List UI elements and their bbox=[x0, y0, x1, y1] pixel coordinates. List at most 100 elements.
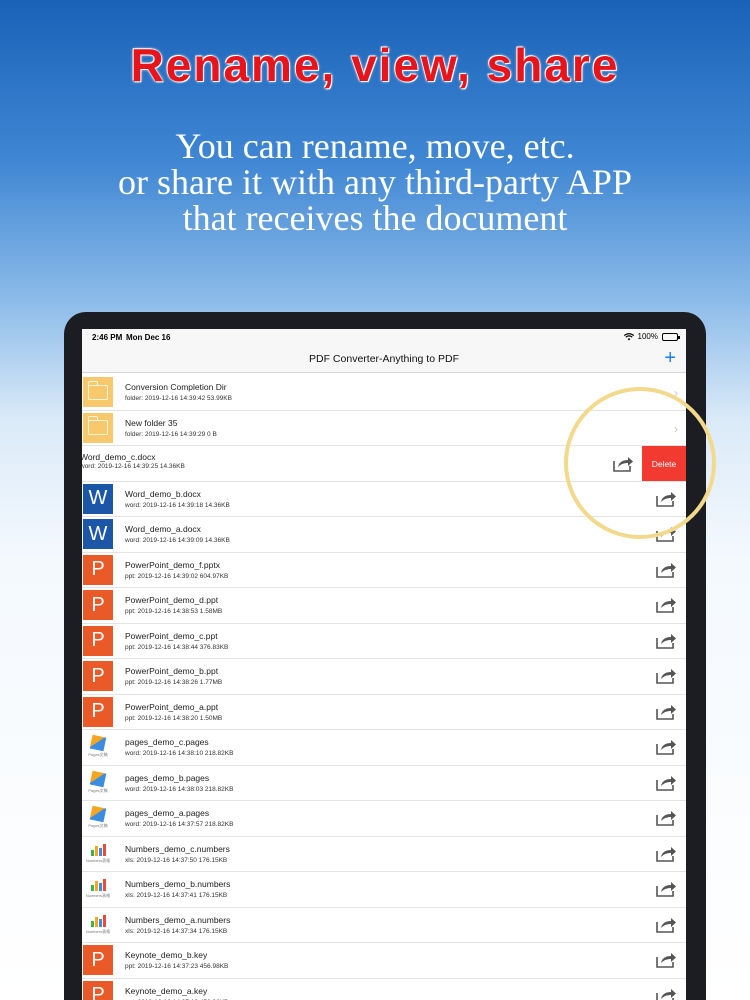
file-name: Word_demo_a.docx bbox=[125, 524, 201, 534]
chevron-right-icon[interactable]: › bbox=[674, 422, 678, 436]
file-row[interactable]: Numbers表格 Numbers_demo_a.numbers xls: 2019… bbox=[82, 907, 686, 943]
add-icon[interactable]: + bbox=[664, 347, 676, 369]
file-type-glyph: P bbox=[91, 629, 105, 651]
file-type-glyph: P bbox=[91, 948, 105, 971]
status-time: 2:46 PM bbox=[92, 333, 123, 342]
promo-subhead: You can rename, move, etc. or share it w… bbox=[0, 128, 750, 236]
file-type-glyph: P bbox=[91, 700, 105, 722]
file-meta: ppt: 2019-12-16 14:38:44 376.83KB bbox=[125, 643, 229, 651]
powerpoint-icon: P bbox=[83, 625, 113, 656]
numbers-icon: Numbers表格 bbox=[83, 838, 113, 869]
file-name: New folder 35 bbox=[125, 417, 178, 428]
share-icon[interactable] bbox=[655, 561, 677, 579]
pages-icon: Pages文稿 bbox=[83, 767, 113, 798]
folder-icon bbox=[83, 412, 113, 443]
file-type-glyph: P bbox=[91, 558, 105, 580]
share-icon[interactable] bbox=[655, 738, 677, 756]
share-icon[interactable] bbox=[612, 455, 634, 473]
nav-title: PDF Converter-Anything to PDF bbox=[309, 353, 459, 365]
file-name: PowerPoint_demo_f.pptx bbox=[125, 559, 220, 570]
file-meta: word: 2019-12-16 14:38:03 218.82KB bbox=[125, 785, 234, 793]
file-row[interactable]: P PowerPoint_demo_c.ppt ppt: 2019-12-16 14… bbox=[82, 623, 686, 659]
file-row[interactable]: PKeynote_demo_a.keyppt: 2019-12-16 14:37… bbox=[82, 978, 686, 1000]
file-meta: word: 2019-12-16 14:39:25 14.36KB bbox=[82, 463, 185, 470]
file-name: PowerPoint_demo_b.ppt bbox=[125, 666, 219, 676]
file-list: Conversion Completion Dir folder: 2019-12… bbox=[82, 375, 686, 1000]
file-row[interactable]: P PowerPoint_demo_b.ppt ppt: 2019-12-16 14… bbox=[82, 659, 686, 695]
file-row[interactable]: W Word_demo_a.docx word: 2019-12-16 14:39:… bbox=[82, 517, 686, 553]
app-mini-label: Numbers表格 bbox=[85, 857, 111, 863]
app-mini-label: Pages文稿 bbox=[88, 787, 108, 793]
file-row[interactable]: New folder 35 folder: 2019-12-16 14:39:29… bbox=[82, 410, 686, 446]
file-type-glyph: W bbox=[88, 487, 108, 509]
file-row[interactable]: Pages文稿 pages_demo_b.pages word: 2019-12-1… bbox=[82, 765, 686, 801]
file-name: PowerPoint_demo_a.ppt bbox=[125, 701, 219, 712]
powerpoint-icon: P bbox=[83, 696, 113, 727]
powerpoint-icon: P bbox=[83, 554, 113, 585]
file-type-glyph: W bbox=[88, 522, 108, 545]
nav-bar: PDF Converter-Anything to PDF + bbox=[82, 345, 686, 373]
share-icon[interactable] bbox=[655, 809, 677, 827]
promo-subhead-line: or share it with any third-party APP bbox=[118, 162, 632, 202]
word-icon: W bbox=[83, 483, 113, 514]
file-meta: word: 2019-12-16 14:39:18 14.36KB bbox=[125, 501, 230, 509]
share-icon[interactable] bbox=[655, 774, 677, 792]
share-icon[interactable] bbox=[655, 987, 677, 1000]
file-meta: ppt: 2019-12-16 14:39:02 604.97KB bbox=[125, 572, 229, 580]
keynote-icon: P bbox=[83, 945, 113, 975]
word-icon: W bbox=[83, 519, 113, 549]
powerpoint-icon: P bbox=[83, 661, 113, 691]
file-row[interactable]: W Word_demo_b.docx word: 2019-12-16 14:39:… bbox=[82, 481, 686, 517]
battery-icon bbox=[662, 332, 680, 341]
pages-icon: Pages文稿 bbox=[83, 732, 113, 762]
file-meta: xls: 2019-12-16 14:37:34 176.15KB bbox=[125, 927, 228, 935]
file-row[interactable]: Numbers表格 Numbers_demo_b.numbers xls: 2019… bbox=[82, 872, 686, 908]
file-row[interactable]: Conversion Completion Dir folder: 2019-12… bbox=[82, 375, 686, 411]
chevron-right-icon[interactable]: › bbox=[674, 386, 678, 400]
share-icon[interactable] bbox=[655, 845, 677, 863]
file-type-glyph: P bbox=[91, 593, 105, 616]
share-icon[interactable] bbox=[655, 703, 677, 721]
file-meta: folder: 2019-12-16 14:39:42 53.99KB bbox=[125, 395, 232, 402]
status-bar: 2:46 PM Mon Dec 16 100% bbox=[82, 329, 686, 345]
keynote-icon: P bbox=[83, 980, 113, 1000]
file-row[interactable]: Pages文稿 pages_demo_a.pages word: 2019-12-1… bbox=[82, 801, 686, 837]
file-name: pages_demo_c.pages bbox=[125, 737, 209, 747]
app-mini-label: Numbers表格 bbox=[85, 893, 111, 898]
app-mini-label: Pages文稿 bbox=[88, 752, 108, 757]
pages-icon: Pages文稿 bbox=[83, 803, 113, 833]
file-name: pages_demo_a.pages bbox=[125, 808, 210, 818]
powerpoint-icon: P bbox=[83, 590, 113, 620]
file-row[interactable]: P PowerPoint_demo_f.pptx ppt: 2019-12-16 1… bbox=[82, 552, 686, 588]
file-meta: word: 2019-12-16 14:38:10 218.82KB bbox=[125, 750, 234, 757]
share-icon[interactable] bbox=[655, 951, 677, 969]
file-meta: word: 2019-12-16 14:37:57 218.82KB bbox=[125, 821, 234, 828]
file-row[interactable]: Pages文稿 pages_demo_c.pages word: 2019-12-1… bbox=[82, 730, 686, 766]
file-meta: xls: 2019-12-16 14:37:50 176.15KB bbox=[125, 856, 228, 864]
file-meta: ppt: 2019-12-16 14:38:26 1.77MB bbox=[125, 679, 223, 686]
file-type-glyph: P bbox=[91, 664, 105, 687]
file-meta: ppt: 2019-12-16 14:37:23 456.98KB bbox=[125, 963, 229, 970]
file-row[interactable]: P PowerPoint_demo_d.ppt ppt: 2019-12-16 14… bbox=[82, 588, 686, 624]
promo-subhead-line: You can rename, move, etc. bbox=[175, 126, 575, 166]
file-name: Word_demo_c.docx bbox=[82, 452, 156, 462]
file-meta: xls: 2019-12-16 14:37:41 176.15KB bbox=[125, 892, 228, 899]
file-name: Conversion Completion Dir bbox=[125, 382, 227, 392]
share-icon[interactable] bbox=[655, 916, 677, 934]
share-icon[interactable] bbox=[655, 596, 677, 614]
app-mini-label: Pages文稿 bbox=[88, 823, 108, 828]
file-row[interactable]: P PowerPoint_demo_a.ppt ppt: 2019-12-16 14… bbox=[82, 694, 686, 730]
share-icon[interactable] bbox=[655, 490, 677, 508]
file-row[interactable]: Word_demo_c.docx word: 2019-12-16 14:39:2… bbox=[82, 446, 686, 482]
share-icon[interactable] bbox=[655, 632, 677, 650]
promo-subhead-line: that receives the document bbox=[182, 198, 568, 238]
file-row[interactable]: P Keynote_demo_b.key ppt: 2019-12-16 14:37… bbox=[82, 943, 686, 979]
file-row[interactable]: Numbers表格 Numbers_demo_c.numbers xls: 2019… bbox=[82, 836, 686, 872]
file-meta: word: 2019-12-16 14:39:09 14.36KB bbox=[125, 537, 230, 544]
file-name: Numbers_demo_b.numbers bbox=[125, 879, 231, 889]
file-meta: ppt: 2019-12-16 14:38:53 1.58MB bbox=[125, 608, 223, 615]
share-icon[interactable] bbox=[655, 525, 677, 543]
share-icon[interactable] bbox=[655, 880, 677, 898]
delete-button[interactable]: Delete bbox=[642, 446, 686, 481]
share-icon[interactable] bbox=[655, 667, 677, 685]
